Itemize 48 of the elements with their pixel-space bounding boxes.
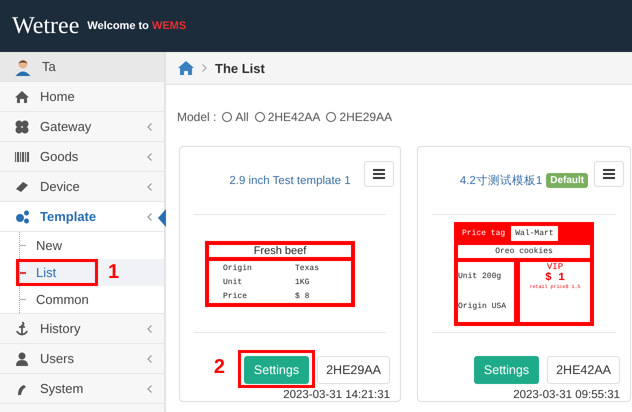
history-icon (14, 320, 30, 336)
user-name: Ta (42, 59, 56, 74)
template-title[interactable]: 2.9 inch Test template 1 (229, 174, 351, 187)
model-button[interactable]: 2HE42AA (547, 356, 620, 384)
sidebar-item-label: Template (40, 209, 98, 224)
filter-label: Model : (177, 110, 216, 124)
model-button[interactable]: 2HE29AA (317, 356, 390, 384)
welcome-text: Welcome to WEMS (87, 20, 186, 32)
sidebar-item-label: History (40, 321, 82, 336)
sidebar-item[interactable]: Users (0, 344, 164, 374)
sidebar-item-label: Goods (40, 149, 80, 164)
sidebar-item-label: Gateway (40, 119, 92, 134)
sidebar-item[interactable]: System (0, 374, 164, 404)
sidebar-item-label: Home (40, 89, 76, 104)
users-icon (14, 350, 30, 366)
sidebar-item[interactable]: Gateway (0, 112, 164, 142)
template-title[interactable]: 4.2寸测试模板1 (460, 173, 542, 188)
active-pointer-icon (158, 209, 166, 227)
radio-option[interactable]: All (222, 110, 249, 124)
label-preview: Fresh beef Origin Texas Unit 1KG Price $ 8 (205, 240, 355, 307)
home-icon[interactable] (178, 61, 194, 75)
home-icon (14, 88, 30, 104)
sidebar-item[interactable]: Goods (0, 142, 164, 172)
default-badge: Default (546, 173, 588, 188)
template-icon (14, 208, 30, 224)
sidebar-item-label: Users (40, 351, 75, 366)
date-text: 2023-03-31 14:21:31 (283, 389, 390, 401)
gateway-icon (14, 118, 30, 134)
radio-option[interactable]: 2HE42AA (254, 110, 320, 124)
menu-icon (373, 169, 385, 179)
sidebar-item[interactable]: Template (0, 202, 164, 232)
menu-button[interactable] (364, 161, 394, 187)
submenu-item[interactable]: Common (19, 286, 164, 313)
menu-button[interactable] (594, 161, 624, 187)
radio-option[interactable]: 2HE29AA (326, 110, 392, 124)
logo: Wetree (12, 12, 80, 40)
callout-number: 1 (108, 261, 120, 284)
callout-number: 2 (214, 356, 226, 379)
chevron-icon (202, 64, 207, 72)
sidebar-item[interactable]: Home (0, 82, 164, 112)
date-text: 2023-03-31 09:55:31 (513, 389, 620, 401)
menu-icon (603, 169, 615, 179)
avatar-icon (14, 58, 32, 76)
submenu-item[interactable]: List 1 (19, 259, 164, 286)
sidebar-item-label: System (40, 381, 84, 396)
breadcrumb-current: The List (215, 60, 265, 76)
sidebar-item-label: Device (40, 179, 81, 194)
sidebar-item[interactable]: History (0, 314, 164, 344)
